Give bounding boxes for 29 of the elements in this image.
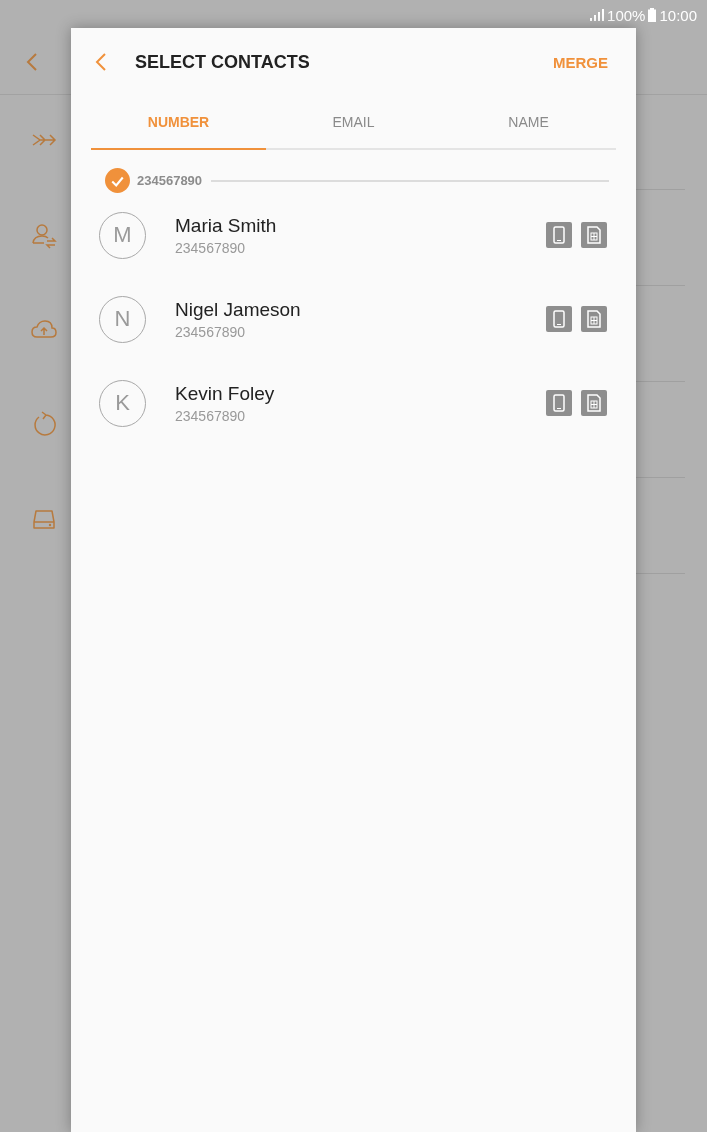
merge-button[interactable]: MERGE	[553, 53, 608, 71]
battery-percent: 100%	[607, 6, 646, 24]
dialog-title: SELECT CONTACTS	[135, 51, 311, 73]
contact-row[interactable]: M Maria Smith 234567890	[71, 193, 636, 277]
tab[interactable]: NUMBER	[91, 96, 266, 150]
phone-icon	[546, 390, 572, 416]
signal-icon	[590, 9, 605, 21]
status-time: 10:00	[659, 6, 697, 24]
contact-number: 234567890	[175, 323, 247, 340]
phone-icon	[546, 222, 572, 248]
contact-name: Nigel Jameson	[175, 298, 302, 321]
group-checkbox[interactable]	[105, 168, 130, 193]
contact-row[interactable]: N Nigel Jameson 234567890	[71, 277, 636, 361]
tab[interactable]: EMAIL	[266, 96, 441, 150]
battery-icon	[648, 8, 657, 22]
sim-card-icon	[581, 306, 607, 332]
contact-number: 234567890	[175, 407, 247, 424]
back-icon	[95, 52, 107, 72]
contact-name: Kevin Foley	[175, 382, 276, 405]
person-swap-icon	[30, 221, 58, 249]
back-icon	[26, 52, 38, 72]
sim-card-icon	[581, 222, 607, 248]
contact-name: Maria Smith	[175, 214, 278, 237]
tab[interactable]: NAME	[441, 96, 616, 150]
sim-card-icon	[581, 390, 607, 416]
contact-row[interactable]: K Kevin Foley 234567890	[71, 361, 636, 445]
contact-number: 234567890	[175, 239, 247, 256]
group-number: 234567890	[137, 173, 203, 188]
phone-icon	[546, 306, 572, 332]
